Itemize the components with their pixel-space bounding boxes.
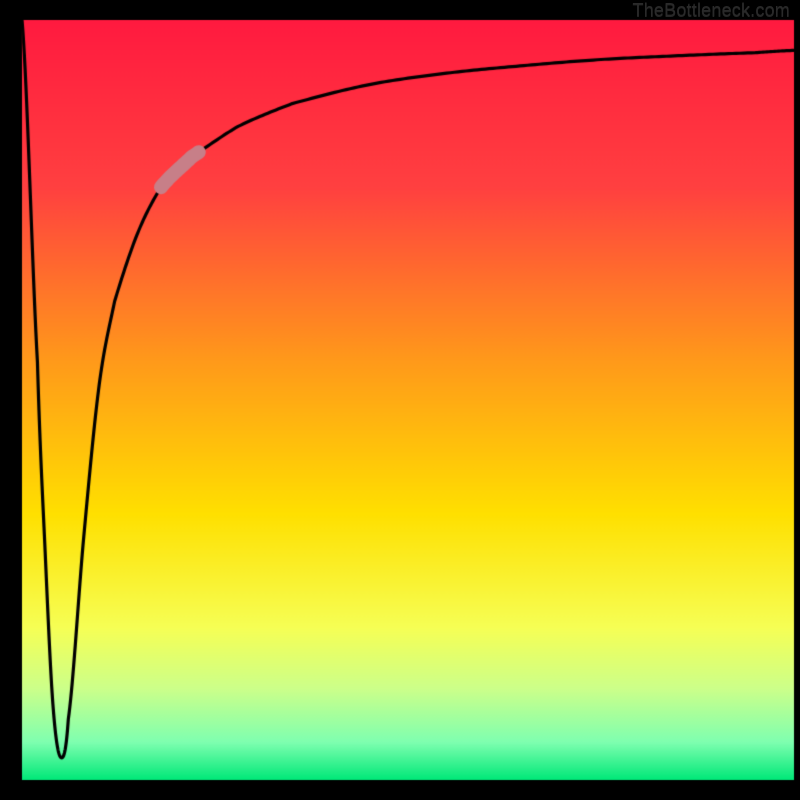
attribution-watermark: TheBottleneck.com <box>633 0 790 21</box>
chart-foreground <box>0 0 800 800</box>
chart-container: TheBottleneck.com <box>0 0 800 800</box>
